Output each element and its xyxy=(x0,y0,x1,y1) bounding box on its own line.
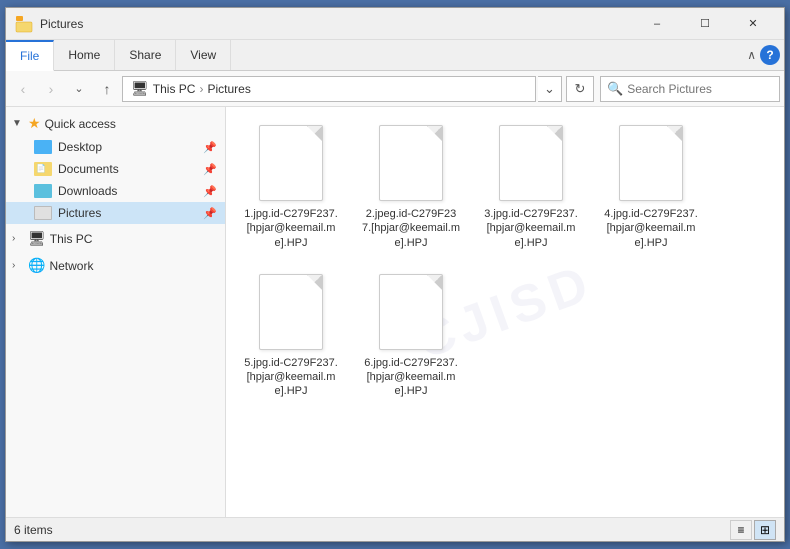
tab-share[interactable]: Share xyxy=(115,40,176,70)
app-icon xyxy=(14,14,34,34)
sidebar-item-desktop[interactable]: Desktop 📌 xyxy=(6,136,225,158)
expand-icon-thispc: › xyxy=(12,233,24,244)
status-bar: 6 items ≡ ⊞ xyxy=(6,517,784,541)
ribbon-tabs: File Home Share View ∧ ? xyxy=(6,40,784,70)
file-item[interactable]: 4.jpg.id-C279F237.[hpjar@keemail.me].HPJ xyxy=(596,117,706,256)
sidebar-section-network: › 🌐 Network xyxy=(6,253,225,278)
network-label: Network xyxy=(49,259,93,273)
ribbon-collapse-icon[interactable]: ∧ xyxy=(747,48,756,62)
tab-view[interactable]: View xyxy=(176,40,231,70)
tab-home[interactable]: Home xyxy=(54,40,115,70)
file-item[interactable]: 6.jpg.id-C279F237.[hpjar@keemail.me].HPJ xyxy=(356,266,466,405)
file-page xyxy=(619,125,683,201)
pictures-folder-icon xyxy=(34,206,52,220)
search-box[interactable]: 🔍 xyxy=(600,76,780,102)
this-pc-label: This PC xyxy=(50,232,93,246)
pin-icon-desktop: 📌 xyxy=(203,141,217,154)
file-name: 6.jpg.id-C279F237.[hpjar@keemail.me].HPJ xyxy=(362,356,460,399)
explorer-window: Pictures – ☐ ✕ File Home Share View ∧ ? … xyxy=(5,7,785,542)
sidebar-item-desktop-label: Desktop xyxy=(58,140,102,154)
computer-icon: 🖥 xyxy=(28,230,46,247)
file-name: 2.jpeg.id-C279F237.[hpjar@keemail.me].HP… xyxy=(362,207,460,250)
view-controls: ≡ ⊞ xyxy=(730,520,776,540)
sidebar-item-downloads[interactable]: Downloads 📌 xyxy=(6,180,225,202)
dropdown-recent-button[interactable]: ⌄ xyxy=(66,76,92,102)
pin-icon-downloads: 📌 xyxy=(203,185,217,198)
sidebar-item-documents[interactable]: 📄 Documents 📌 xyxy=(6,158,225,180)
this-pc-header[interactable]: › 🖥 This PC xyxy=(6,226,225,251)
file-icon xyxy=(375,123,447,203)
file-page xyxy=(499,125,563,201)
item-count: 6 items xyxy=(14,523,53,537)
file-icon xyxy=(255,123,327,203)
sidebar-section-thispc: › 🖥 This PC xyxy=(6,226,225,251)
quick-access-header[interactable]: ▼ ★ Quick access xyxy=(6,111,225,136)
path-pictures: Pictures xyxy=(207,82,250,96)
pin-icon-pictures: 📌 xyxy=(203,207,217,220)
downloads-folder-icon xyxy=(34,184,52,198)
file-item[interactable]: 5.jpg.id-C279F237.[hpjar@keemail.me].HPJ xyxy=(236,266,346,405)
quick-access-label: Quick access xyxy=(45,117,116,131)
file-name: 3.jpg.id-C279F237.[hpjar@keemail.me].HPJ xyxy=(482,207,580,250)
file-page xyxy=(379,125,443,201)
address-bar: ‹ › ⌄ ↑ 🖥 This PC › Pictures ⌄ ↻ 🔍 xyxy=(6,71,784,107)
sidebar-section-quickaccess: ▼ ★ Quick access Desktop 📌 📄 Documents 📌 xyxy=(6,111,225,224)
file-icon xyxy=(615,123,687,203)
sidebar-item-downloads-label: Downloads xyxy=(58,184,117,198)
star-icon: ★ xyxy=(28,115,41,132)
window-title: Pictures xyxy=(40,17,634,31)
ribbon: File Home Share View ∧ ? xyxy=(6,40,784,71)
address-dropdown-button[interactable]: ⌄ xyxy=(538,76,562,102)
file-icon xyxy=(375,272,447,352)
sidebar-item-pictures-label: Pictures xyxy=(58,206,101,220)
address-path[interactable]: 🖥 This PC › Pictures xyxy=(122,76,536,102)
up-button[interactable]: ↑ xyxy=(94,76,120,102)
sidebar-item-documents-label: Documents xyxy=(58,162,119,176)
file-name: 1.jpg.id-C279F237.[hpjar@keemail.me].HPJ xyxy=(242,207,340,250)
search-icon: 🔍 xyxy=(607,81,623,97)
file-name: 5.jpg.id-C279F237.[hpjar@keemail.me].HPJ xyxy=(242,356,340,399)
close-button[interactable]: ✕ xyxy=(730,8,776,40)
sidebar: ▼ ★ Quick access Desktop 📌 📄 Documents 📌 xyxy=(6,107,226,517)
back-button[interactable]: ‹ xyxy=(10,76,36,102)
network-icon: 🌐 xyxy=(28,257,45,274)
path-separator-1: › xyxy=(199,82,203,96)
refresh-button[interactable]: ↻ xyxy=(566,76,594,102)
tab-file[interactable]: File xyxy=(6,40,54,71)
main-area: ▼ ★ Quick access Desktop 📌 📄 Documents 📌 xyxy=(6,107,784,517)
file-grid: 1.jpg.id-C279F237.[hpjar@keemail.me].HPJ… xyxy=(236,117,774,405)
icon-view-button[interactable]: ⊞ xyxy=(754,520,776,540)
file-item[interactable]: 3.jpg.id-C279F237.[hpjar@keemail.me].HPJ xyxy=(476,117,586,256)
pin-icon-documents: 📌 xyxy=(203,163,217,176)
file-item[interactable]: 1.jpg.id-C279F237.[hpjar@keemail.me].HPJ xyxy=(236,117,346,256)
path-this-pc: This PC xyxy=(153,82,196,96)
expand-icon-network: › xyxy=(12,260,24,271)
file-page xyxy=(379,274,443,350)
list-view-button[interactable]: ≡ xyxy=(730,520,752,540)
network-header[interactable]: › 🌐 Network xyxy=(6,253,225,278)
content-area: CJISD 1.jpg.id-C279F237.[hpjar@keemail.m… xyxy=(226,107,784,517)
file-page xyxy=(259,274,323,350)
title-bar: Pictures – ☐ ✕ xyxy=(6,8,784,40)
desktop-folder-icon xyxy=(34,140,52,154)
help-icon[interactable]: ? xyxy=(760,45,780,65)
documents-folder-icon: 📄 xyxy=(34,162,52,176)
file-item[interactable]: 2.jpeg.id-C279F237.[hpjar@keemail.me].HP… xyxy=(356,117,466,256)
maximize-button[interactable]: ☐ xyxy=(682,8,728,40)
window-controls: – ☐ ✕ xyxy=(634,8,776,40)
expand-icon: ▼ xyxy=(12,118,24,129)
file-page xyxy=(259,125,323,201)
minimize-button[interactable]: – xyxy=(634,8,680,40)
forward-button[interactable]: › xyxy=(38,76,64,102)
path-icon: 🖥 xyxy=(131,80,149,97)
file-name: 4.jpg.id-C279F237.[hpjar@keemail.me].HPJ xyxy=(602,207,700,250)
file-icon xyxy=(495,123,567,203)
search-input[interactable] xyxy=(627,82,773,96)
file-icon xyxy=(255,272,327,352)
sidebar-item-pictures[interactable]: Pictures 📌 xyxy=(6,202,225,224)
